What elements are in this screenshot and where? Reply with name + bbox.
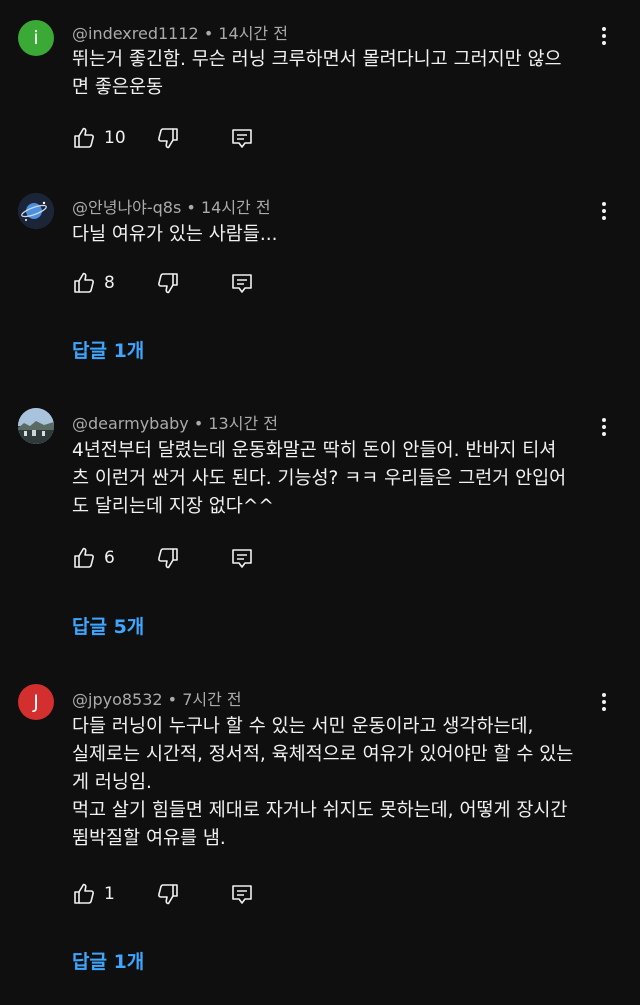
reply-button[interactable]	[230, 882, 254, 906]
comment-author[interactable]: @jpyo8532	[72, 690, 163, 709]
comment-time[interactable]: 14시간 전	[201, 198, 271, 217]
comment-author[interactable]: @안녕나야-q8s	[72, 198, 181, 217]
view-replies-button[interactable]: 답글 1개	[72, 947, 144, 974]
comment-text: 4년전부터 달렸는데 운동화말곤 딱히 돈이 안들어. 반바지 티셔 츠 이런거…	[72, 437, 602, 521]
comment-line: 츠 이런거 싼거 사도 된다. 기능성? ㅋㅋ 우리들은 그런거 안입어	[72, 468, 567, 489]
comment-meta: @jpyo8532 • 7시간 전	[72, 686, 242, 710]
comment-line: 도 달리는데 지장 없다^^	[72, 496, 274, 517]
dislike-button[interactable]	[156, 882, 180, 906]
comment-actions: 6	[72, 546, 292, 574]
comment-actions: 10	[72, 126, 292, 154]
comment-time[interactable]: 13시간 전	[208, 414, 278, 433]
reply-button[interactable]	[230, 271, 254, 295]
comment-line: 먹고 살기 힘들면 제대로 자거나 쉬지도 못하는데, 어떻게 장시간	[72, 800, 568, 821]
more-options-icon[interactable]	[592, 415, 616, 439]
like-count: 8	[104, 273, 115, 293]
comment-meta: @indexred1112 • 14시간 전	[72, 20, 288, 44]
dislike-button[interactable]	[156, 546, 180, 570]
thumbs-down-icon	[158, 884, 178, 905]
thumbs-up-icon	[74, 272, 94, 293]
avatar[interactable]: i	[18, 20, 54, 56]
comment-meta: @dearmybaby • 13시간 전	[72, 410, 278, 434]
like-button[interactable]: 6	[72, 546, 115, 570]
comment-time[interactable]: 7시간 전	[182, 690, 241, 709]
comment-author[interactable]: @indexred1112	[72, 24, 199, 43]
reply-icon	[232, 274, 252, 293]
comment-actions: 8	[72, 271, 292, 299]
avatar-letter: J	[33, 691, 39, 713]
comment-text: 다닐 여유가 있는 사람들...	[72, 221, 602, 249]
planet-avatar-icon	[18, 193, 54, 229]
like-button[interactable]: 1	[72, 882, 115, 906]
like-count: 6	[104, 548, 115, 568]
more-options-icon[interactable]	[592, 690, 616, 714]
comment-author[interactable]: @dearmybaby	[72, 414, 189, 433]
avatar[interactable]	[18, 193, 54, 229]
comment-text: 다들 러닝이 누구나 할 수 있는 서민 운동이라고 생각하는데, 실제로는 시…	[72, 713, 602, 853]
thumbs-up-icon	[74, 883, 94, 904]
meta-separator: •	[186, 198, 201, 217]
thumbs-down-icon	[158, 548, 178, 569]
comment-line: 다들 러닝이 누구나 할 수 있는 서민 운동이라고 생각하는데,	[72, 716, 534, 737]
comment-line: 뜀박질할 여유를 냄.	[72, 828, 226, 849]
dislike-button[interactable]	[156, 126, 180, 150]
reply-button[interactable]	[230, 126, 254, 150]
thumbs-up-icon	[74, 127, 94, 148]
avatar[interactable]	[18, 408, 54, 444]
like-button[interactable]: 10	[72, 126, 126, 150]
landscape-avatar-icon	[18, 408, 54, 444]
thumbs-up-icon	[74, 547, 94, 568]
comment-actions: 1	[72, 882, 292, 910]
view-replies-button[interactable]: 답글 1개	[72, 336, 144, 363]
comment-line: 면 좋은운동	[72, 77, 163, 98]
meta-separator: •	[203, 24, 219, 43]
reply-button[interactable]	[230, 546, 254, 570]
meta-separator: •	[193, 414, 209, 433]
comment-meta: @안녕나야-q8s • 14시간 전	[72, 194, 271, 218]
comment-line: 실제로는 시간적, 정서적, 육체적으로 여유가 있어야만 할 수 있는	[72, 744, 574, 765]
more-options-icon[interactable]	[592, 24, 616, 48]
more-options-icon[interactable]	[592, 199, 616, 223]
thumbs-down-icon	[158, 128, 178, 149]
comment-text: 뛰는거 좋긴함. 무슨 러닝 크루하면서 몰려다니고 그러지만 않으 면 좋은운…	[72, 46, 602, 102]
comment-line: 4년전부터 달렸는데 운동화말곤 딱히 돈이 안들어. 반바지 티셔	[72, 440, 557, 461]
comment-line: 다닐 여유가 있는 사람들...	[72, 224, 278, 245]
avatar-letter: i	[33, 27, 39, 49]
thumbs-down-icon	[158, 273, 178, 294]
avatar[interactable]: J	[18, 684, 54, 720]
reply-icon	[232, 885, 252, 904]
reply-icon	[232, 549, 252, 568]
comment-time[interactable]: 14시간 전	[218, 24, 288, 43]
view-replies-button[interactable]: 답글 5개	[72, 612, 144, 639]
meta-separator: •	[167, 690, 183, 709]
comment-line: 게 러닝임.	[72, 772, 152, 793]
reply-icon	[232, 129, 252, 148]
like-count: 10	[104, 128, 126, 148]
like-button[interactable]: 8	[72, 271, 115, 295]
comment-line: 뛰는거 좋긴함. 무슨 러닝 크루하면서 몰려다니고 그러지만 않으	[72, 49, 562, 70]
dislike-button[interactable]	[156, 271, 180, 295]
like-count: 1	[104, 884, 115, 904]
